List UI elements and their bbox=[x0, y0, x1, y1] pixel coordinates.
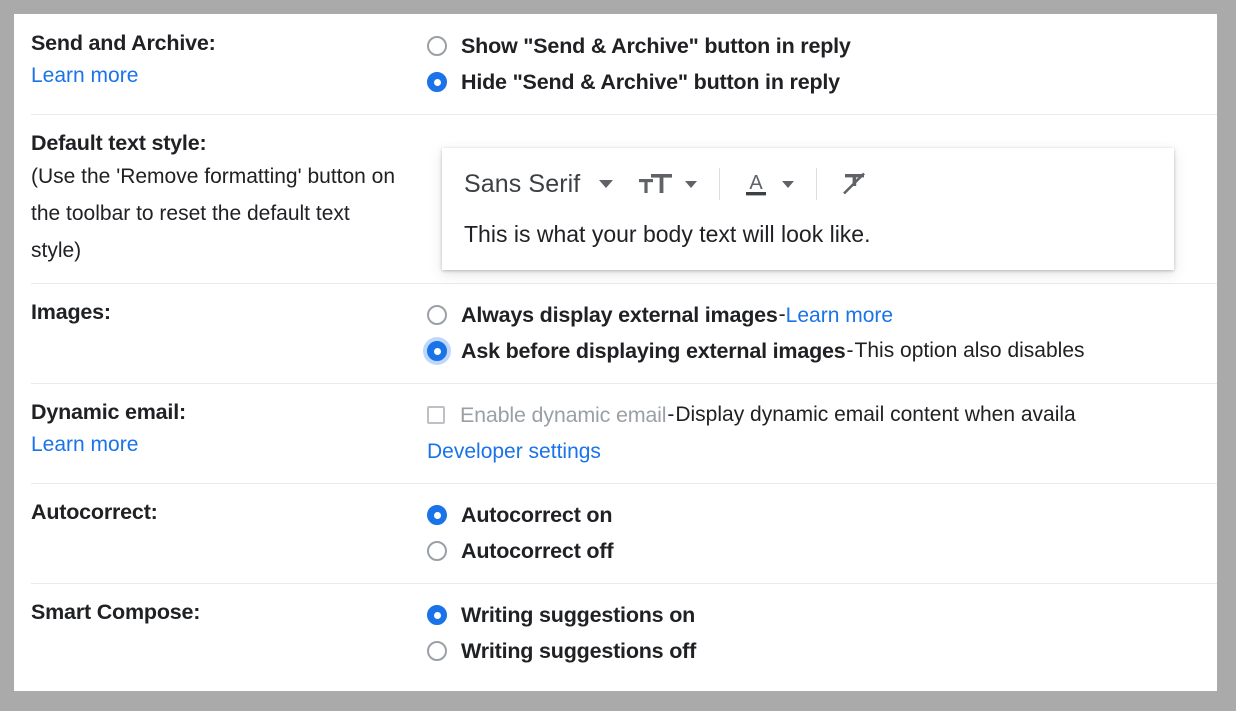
smart-compose-title: Smart Compose: bbox=[31, 600, 201, 624]
developer-settings-line: Developer settings bbox=[427, 433, 1217, 469]
option-label: Autocorrect on bbox=[461, 502, 613, 527]
send-and-archive-title: Send and Archive: bbox=[31, 31, 216, 55]
settings-panel: Send and Archive: Learn more Show "Send … bbox=[14, 14, 1217, 691]
send-and-archive-options: Show "Send & Archive" button in reply Hi… bbox=[427, 14, 1217, 114]
option-always-display-external-images[interactable]: Always display external images - Learn m… bbox=[427, 297, 1217, 333]
screenshot-viewport: Send and Archive: Learn more Show "Send … bbox=[0, 0, 1236, 711]
text-style-preview-text: This is what your body text will look li… bbox=[464, 221, 871, 247]
autocorrect-label-column: Autocorrect: bbox=[31, 483, 427, 541]
option-ask-before-displaying-external-images[interactable]: Ask before displaying external images - … bbox=[427, 333, 1217, 369]
option-label: Always display external images bbox=[461, 302, 778, 327]
smart-compose-options: Writing suggestions on Writing suggestio… bbox=[427, 583, 1217, 683]
checkbox-enable-dynamic-email[interactable] bbox=[427, 406, 445, 424]
text-color-dropdown[interactable]: A bbox=[738, 170, 798, 198]
radio-writing-suggestions-off[interactable] bbox=[427, 641, 447, 661]
autocorrect-options: Autocorrect on Autocorrect off bbox=[427, 483, 1217, 583]
text-style-toolbar: Sans Serif A bbox=[442, 148, 1174, 220]
radio-show-send-and-archive[interactable] bbox=[427, 36, 447, 56]
option-label: Hide "Send & Archive" button in reply bbox=[461, 69, 840, 94]
chevron-down-icon bbox=[685, 180, 698, 188]
autocorrect-title: Autocorrect: bbox=[31, 500, 158, 524]
option-autocorrect-off[interactable]: Autocorrect off bbox=[427, 533, 1217, 569]
radio-autocorrect-on[interactable] bbox=[427, 505, 447, 525]
default-text-style-title: Default text style: bbox=[31, 131, 207, 155]
remove-formatting-button[interactable] bbox=[835, 169, 873, 199]
developer-settings-link[interactable]: Developer settings bbox=[427, 434, 601, 469]
setting-row-send-and-archive: Send and Archive: Learn more Show "Send … bbox=[14, 14, 1217, 114]
option-separator: - bbox=[667, 403, 675, 426]
svg-text:A: A bbox=[750, 172, 764, 194]
radio-writing-suggestions-on[interactable] bbox=[427, 605, 447, 625]
setting-row-dynamic-email: Dynamic email: Learn more Enable dynamic… bbox=[14, 383, 1217, 483]
option-show-send-and-archive[interactable]: Show "Send & Archive" button in reply bbox=[427, 28, 1217, 64]
option-label: Ask before displaying external images bbox=[461, 338, 846, 363]
setting-row-smart-compose: Smart Compose: Writing suggestions on Wr… bbox=[14, 583, 1217, 683]
radio-always-display-external-images[interactable] bbox=[427, 305, 447, 325]
dynamic-email-label-column: Dynamic email: Learn more bbox=[31, 383, 427, 476]
option-autocorrect-on[interactable]: Autocorrect on bbox=[427, 497, 1217, 533]
option-separator: - bbox=[778, 303, 786, 326]
dynamic-email-title: Dynamic email: bbox=[31, 400, 186, 424]
toolbar-divider bbox=[816, 168, 818, 200]
option-label: Show "Send & Archive" button in reply bbox=[461, 33, 851, 58]
images-learn-more-link[interactable]: Learn more bbox=[786, 298, 893, 333]
font-family-value: Sans Serif bbox=[464, 169, 581, 198]
dynamic-email-learn-more-link[interactable]: Learn more bbox=[31, 427, 138, 462]
option-label: Autocorrect off bbox=[461, 538, 614, 563]
smart-compose-label-column: Smart Compose: bbox=[31, 583, 427, 641]
radio-ask-before-displaying-external-images[interactable] bbox=[427, 341, 447, 361]
toolbar-divider bbox=[719, 168, 721, 200]
default-text-style-note-line-3: style) bbox=[31, 239, 82, 262]
chevron-down-icon bbox=[782, 180, 795, 188]
text-size-icon bbox=[639, 171, 673, 197]
send-and-archive-learn-more-link[interactable]: Learn more bbox=[31, 58, 138, 93]
default-text-style-options bbox=[427, 114, 1217, 142]
setting-row-autocorrect: Autocorrect: Autocorrect on Autocorrect … bbox=[14, 483, 1217, 583]
option-enable-dynamic-email[interactable]: Enable dynamic email - Display dynamic e… bbox=[427, 397, 1217, 433]
images-options: Always display external images - Learn m… bbox=[427, 283, 1217, 383]
default-text-style-label-column: Default text style: (Use the 'Remove for… bbox=[31, 114, 427, 283]
option-hide-send-and-archive[interactable]: Hide "Send & Archive" button in reply bbox=[427, 64, 1217, 100]
radio-hide-send-and-archive[interactable] bbox=[427, 72, 447, 92]
images-label-column: Images: bbox=[31, 283, 427, 341]
option-writing-suggestions-off[interactable]: Writing suggestions off bbox=[427, 633, 1217, 669]
text-size-dropdown[interactable] bbox=[635, 171, 701, 197]
font-family-dropdown[interactable]: Sans Serif bbox=[464, 169, 614, 199]
option-label: Writing suggestions off bbox=[461, 638, 697, 663]
chevron-down-icon bbox=[599, 180, 614, 188]
images-title: Images: bbox=[31, 300, 111, 324]
text-color-icon: A bbox=[742, 170, 770, 198]
dynamic-email-options: Enable dynamic email - Display dynamic e… bbox=[427, 383, 1217, 483]
default-text-style-note-line-2: the toolbar to reset the default text bbox=[31, 202, 350, 225]
send-and-archive-label-column: Send and Archive: Learn more bbox=[31, 14, 427, 107]
option-description: Display dynamic email content when avail… bbox=[675, 403, 1076, 426]
default-text-style-note-line-1: (Use the 'Remove formatting' button on bbox=[31, 165, 396, 188]
radio-autocorrect-off[interactable] bbox=[427, 541, 447, 561]
option-label: Writing suggestions on bbox=[461, 602, 696, 627]
remove-formatting-icon bbox=[839, 169, 869, 199]
option-label: Enable dynamic email bbox=[460, 402, 667, 427]
option-description: This option also disables bbox=[854, 339, 1085, 362]
option-writing-suggestions-on[interactable]: Writing suggestions on bbox=[427, 597, 1217, 633]
setting-row-images: Images: Always display external images -… bbox=[14, 283, 1217, 383]
option-separator: - bbox=[846, 339, 854, 362]
default-text-style-popup: Sans Serif A This is what your body text… bbox=[442, 148, 1174, 270]
